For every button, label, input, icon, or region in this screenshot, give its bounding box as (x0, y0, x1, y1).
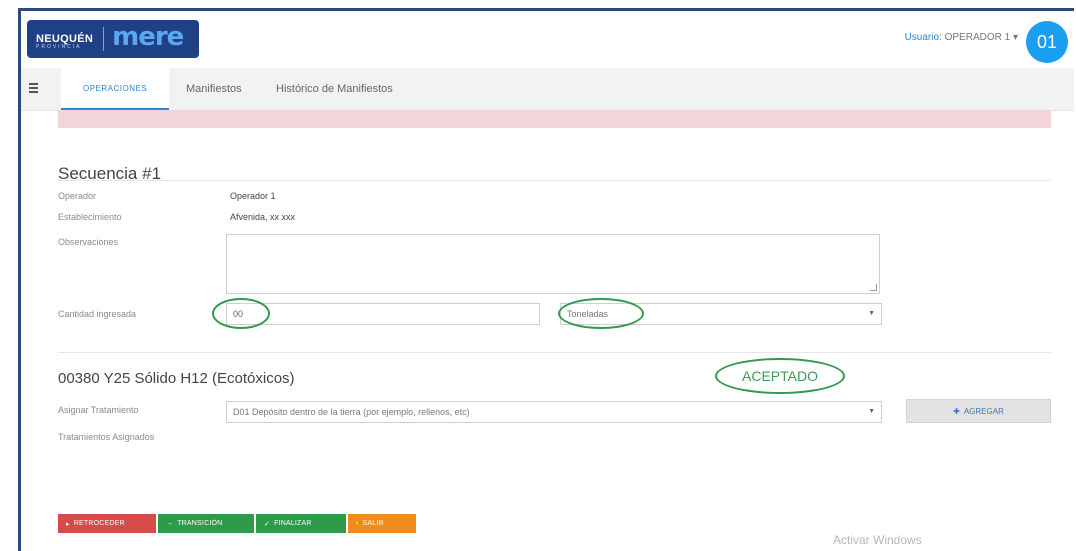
retroceder-label: RETROCEDER (73, 520, 125, 527)
retroceder-button[interactable]: ▸ RETROCEDER (58, 514, 156, 533)
arrow-icon: → (166, 520, 174, 527)
arrow-icon: ▸ (66, 520, 70, 528)
observaciones-label: Observaciones (58, 237, 119, 247)
tab-historico-manifiestos[interactable]: Histórico de Manifiestos (276, 68, 393, 110)
finalizar-button[interactable]: ✓ FINALIZAR (256, 514, 346, 533)
tratamientos-asignados-label: Tratamientos Asignados (58, 432, 155, 442)
tratamiento-value: D01 Depósito dentro de la tierra (por ej… (233, 407, 470, 417)
logo-brand: mere (112, 22, 184, 52)
user-label: Usuario: (904, 32, 942, 43)
alert-banner (58, 110, 1051, 128)
divider (58, 180, 1051, 181)
windows-watermark: Activar Windows (833, 533, 922, 547)
highlight-circle (212, 298, 270, 329)
establecimiento-value: Afvenida, xx xxx (230, 212, 296, 222)
highlight-circle (558, 298, 644, 329)
avatar[interactable]: 01 (1026, 21, 1068, 63)
asignar-tratamiento-label: Asignar Tratamiento (58, 405, 139, 415)
header: NEUQUÉN PROVINCIA mere Usuario: OPERADOR… (21, 11, 1074, 65)
observaciones-textarea[interactable] (226, 234, 880, 294)
salir-button[interactable]: ‹ SALIR (348, 514, 416, 533)
plus-icon: ✚ (953, 406, 960, 416)
finalizar-label: FINALIZAR (274, 520, 312, 527)
check-icon: ✓ (264, 520, 271, 528)
logo-divider (103, 27, 105, 51)
app-logo[interactable]: NEUQUÉN PROVINCIA mere (27, 20, 199, 58)
resize-grip-icon[interactable] (870, 284, 877, 291)
chevron-down-icon: ▾ (1012, 32, 1018, 43)
tab-operaciones[interactable]: OPERACIONES (61, 68, 170, 110)
operador-label: Operador (58, 191, 97, 201)
establecimiento-label: Establecimiento (58, 212, 122, 222)
tab-manifiestos[interactable]: Manifiestos (186, 68, 242, 110)
transicion-label: TRANSICIÓN (177, 520, 223, 527)
user-menu[interactable]: Usuario: OPERADOR 1 ▾ (905, 32, 1018, 43)
tratamiento-select[interactable]: D01 Depósito dentro de la tierra (por ej… (226, 401, 882, 423)
transicion-button[interactable]: → TRANSICIÓN (158, 514, 254, 533)
action-bar: ▸ RETROCEDER → TRANSICIÓN ✓ FINALIZAR ‹ … (58, 514, 416, 533)
chevron-down-icon: ▼ (868, 310, 875, 317)
main-nav: OPERACIONES Manifiestos Histórico de Man… (21, 68, 1074, 111)
divider (58, 352, 1051, 353)
waste-title: 00380 Y25 Sólido H12 (Ecotóxicos) (58, 370, 295, 387)
chevron-down-icon: ▼ (868, 408, 875, 415)
operador-value: Operador 1 (230, 191, 276, 201)
sequence-title: Secuencia #1 (58, 164, 162, 183)
agregar-button[interactable]: ✚ AGREGAR (906, 399, 1051, 423)
agregar-label: AGREGAR (963, 406, 1004, 416)
salir-label: SALIR (362, 520, 384, 527)
logo-subtext: PROVINCIA (36, 44, 82, 50)
menu-icon[interactable] (29, 83, 38, 93)
status-badge: ACEPTADO (715, 358, 845, 394)
cantidad-label: Cantidad ingresada (58, 309, 137, 319)
cantidad-input[interactable]: 00 (226, 303, 540, 325)
user-name: OPERADOR 1 (944, 32, 1011, 43)
back-icon: ‹ (356, 520, 359, 527)
